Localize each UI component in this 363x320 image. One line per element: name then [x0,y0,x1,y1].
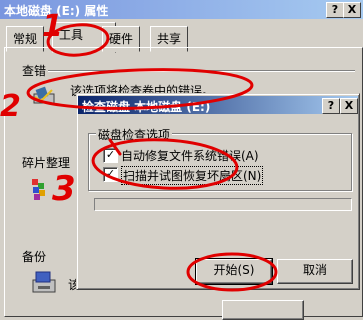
cancel-button[interactable]: 取消 [277,259,353,284]
option-autofix-checkbox[interactable]: ✓ [103,148,118,163]
window-titlebar: 本地磁盘 (E:) 属性 ? X [0,0,363,19]
dialog-group-title: 磁盘检查选项 [96,126,173,143]
defrag-icon [30,175,54,201]
backup-group-title: 备份 [20,248,49,265]
option-scan-checkbox[interactable]: ✓ [103,167,118,182]
backup-icon [30,268,58,296]
check-disk-icon [32,84,56,106]
option-scan-label[interactable]: 扫描并试图恢复坏扇区(N) [121,166,264,185]
check-group-line [20,70,355,71]
start-button[interactable]: 开始(S) [195,258,273,285]
dialog-title: 检查磁盘 本地磁盘 (E:) [82,100,211,114]
check-group-title: 查错 [20,62,49,79]
option-autofix-label[interactable]: 自动修复文件系统错误(A) [121,147,259,164]
defrag-group-title: 碎片整理 [20,154,73,171]
window-close-button[interactable]: X [343,2,361,18]
window-help-button[interactable]: ? [326,2,344,18]
dialog-progress-bar [94,198,352,211]
dialog-help-button[interactable]: ? [322,98,340,114]
backup-button[interactable] [222,300,304,320]
dialog-titlebar: 检查磁盘 本地磁盘 (E:) ? X [78,96,358,114]
window-title: 本地磁盘 (E:) 属性 [4,4,109,18]
dialog-close-button[interactable]: X [340,98,358,114]
